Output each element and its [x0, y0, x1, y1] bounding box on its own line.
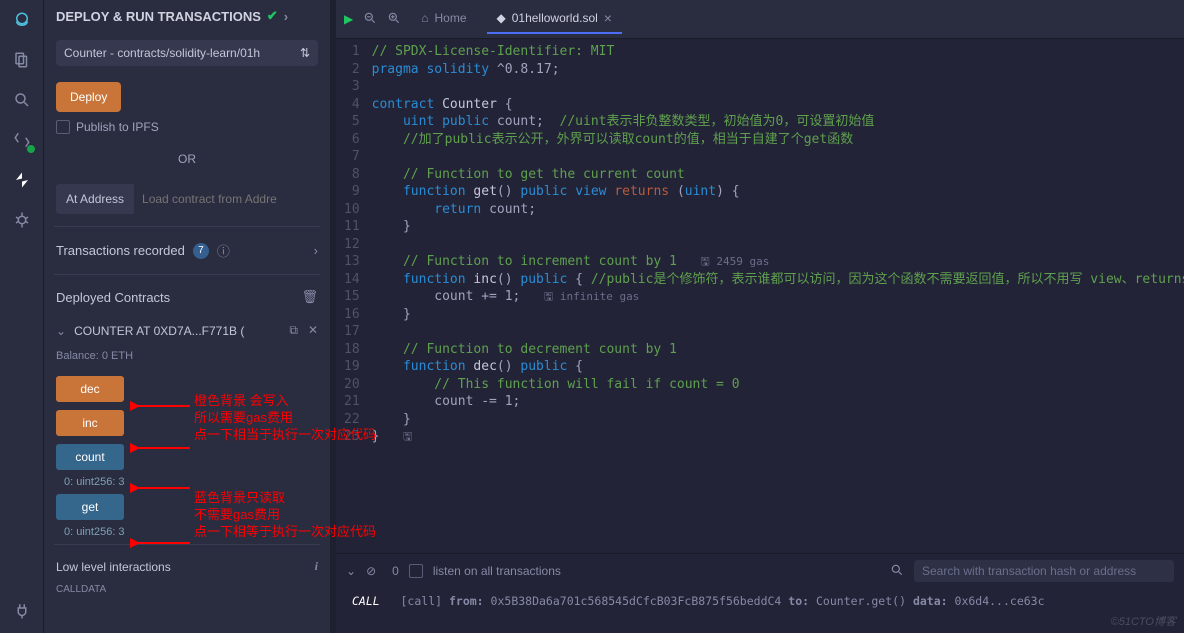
chevron-right-icon: ›: [314, 243, 318, 258]
publish-ipfs-label: Publish to IPFS: [76, 120, 159, 134]
check-badge-icon: [26, 144, 36, 154]
panel-title: DEPLOY & RUN TRANSACTIONS ✔ ›: [44, 0, 330, 32]
calldata-label: CALLDATA: [44, 584, 330, 595]
transactions-recorded[interactable]: Transactions recorded 7 ⓘ ›: [44, 231, 330, 270]
zoom-in-icon[interactable]: [387, 11, 401, 28]
at-address-input[interactable]: [134, 184, 318, 214]
info-icon: ⓘ: [217, 241, 230, 260]
inc-button[interactable]: inc: [56, 410, 124, 436]
deploy-button[interactable]: Deploy: [56, 82, 121, 112]
low-level-label: Low level interactions: [56, 560, 171, 574]
at-address-button[interactable]: At Address: [56, 184, 134, 214]
chevron-down-icon: ⌄: [56, 324, 66, 338]
publish-ipfs-checkbox[interactable]: [56, 120, 70, 134]
tab-file[interactable]: ◆ 01helloworld.sol ×: [487, 4, 622, 34]
count-output: 0: uint256: 3: [44, 474, 330, 490]
get-output: 0: uint256: 3: [44, 524, 330, 540]
trash-icon[interactable]: 🗑: [301, 289, 318, 305]
listen-checkbox[interactable]: [409, 564, 423, 578]
zoom-out-icon[interactable]: [363, 11, 377, 28]
close-icon[interactable]: ✕: [308, 323, 318, 338]
get-button[interactable]: get: [56, 494, 124, 520]
solidity-icon: ◆: [497, 11, 506, 25]
run-icon[interactable]: ▶: [344, 12, 353, 26]
terminal-search-input[interactable]: Search with transaction hash or address: [914, 560, 1174, 582]
editor-toolbar: ▶ ⌂ Home ◆ 01helloworld.sol ×: [336, 0, 1184, 39]
compiler-icon[interactable]: [10, 128, 34, 152]
file-explorer-icon[interactable]: [10, 48, 34, 72]
home-icon: ⌂: [421, 11, 428, 25]
updown-icon: ⇅: [300, 46, 310, 60]
code-lines[interactable]: // SPDX-License-Identifier: MITpragma so…: [372, 39, 1184, 553]
deployed-contracts-label: Deployed Contracts: [56, 290, 170, 305]
remix-logo-icon[interactable]: [10, 8, 34, 32]
terminal-toggle-icon[interactable]: ⌄: [346, 564, 356, 578]
deploy-panel: DEPLOY & RUN TRANSACTIONS ✔ › Counter - …: [44, 0, 330, 633]
check-icon: ✔: [267, 8, 278, 24]
icon-sidebar: [0, 0, 44, 633]
code-editor[interactable]: 1234567891011121314151617181920212223 //…: [336, 39, 1184, 553]
clear-icon[interactable]: ⊘: [366, 564, 376, 578]
chevron-right-icon: ›: [284, 9, 288, 24]
close-icon[interactable]: ×: [604, 10, 612, 26]
copy-icon[interactable]: ⧉: [289, 323, 298, 338]
search-icon[interactable]: [890, 563, 904, 580]
search-icon[interactable]: [10, 88, 34, 112]
tab-home[interactable]: ⌂ Home: [411, 5, 476, 33]
debugger-icon[interactable]: [10, 208, 34, 232]
plugin-icon[interactable]: [10, 599, 34, 623]
terminal: ⌄ ⊘ 0 listen on all transactions Search …: [336, 553, 1184, 633]
terminal-log: CALL [[call]call] from: 0x5B38Da6a701c56…: [336, 588, 1184, 614]
balance-label: Balance: 0 ETH: [44, 346, 330, 366]
dec-button[interactable]: dec: [56, 376, 124, 402]
info-icon[interactable]: i: [315, 559, 318, 574]
editor-area: ▶ ⌂ Home ◆ 01helloworld.sol × 1234567891…: [336, 0, 1184, 633]
contract-instance-header[interactable]: ⌄ COUNTER AT 0XD7A...F771B ( ⧉ ✕: [44, 315, 330, 346]
deploy-icon[interactable]: [10, 168, 34, 192]
or-label: OR: [44, 142, 330, 176]
line-gutter: 1234567891011121314151617181920212223: [336, 39, 372, 553]
tx-count-badge: 7: [193, 243, 209, 259]
contract-select[interactable]: Counter - contracts/solidity-learn/01h ⇅: [56, 40, 318, 66]
listen-label: listen on all transactions: [433, 564, 561, 578]
count-button[interactable]: count: [56, 444, 124, 470]
watermark: ©51CTO博客: [1111, 613, 1176, 629]
